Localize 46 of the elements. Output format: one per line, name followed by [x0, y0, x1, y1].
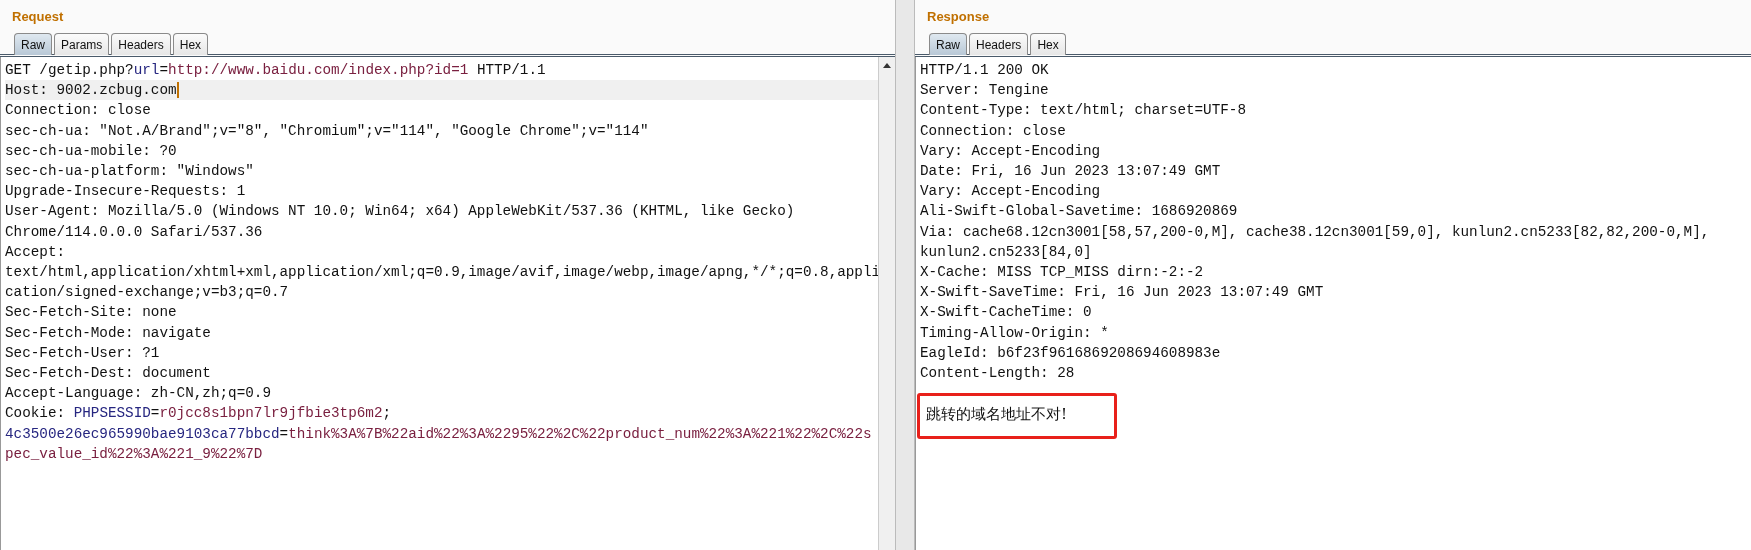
code-line: Accept:: [5, 242, 67, 262]
tab[interactable]: Hex: [172, 33, 209, 55]
code-line: EagleId: b6f23f9616869208694608983e: [920, 343, 1222, 363]
code-line: Content-Length: 28: [920, 364, 1076, 384]
response-body-text: 跳转的域名地址不对!: [917, 393, 1117, 440]
code-line: Sec-Fetch-User: ?1: [5, 343, 161, 363]
code-line: Timing-Allow-Origin: *: [920, 323, 1110, 343]
code-line: Chrome/114.0.0.0 Safari/537.36: [5, 222, 264, 242]
pane-title: Request: [11, 8, 65, 26]
pane-title: Response: [926, 8, 991, 26]
code-line: Sec-Fetch-Site: none: [5, 303, 178, 323]
code-line: Upgrade-Insecure-Requests: 1: [5, 182, 247, 202]
code-line: Vary: Accept-Encoding: [920, 141, 1102, 161]
tab[interactable]: Headers: [111, 33, 171, 55]
code-line: kunlun2.cn5233[84,0]: [920, 242, 1093, 262]
code-line: 4c3500e26ec965990bae9103ca77bbcd=think%3A%7B%22aid%22%3A%2295%22%2C%22product_num%22%3A%221%22%2C%22s: [5, 424, 873, 444]
tab[interactable]: Hex: [1030, 33, 1066, 55]
code-line: X-Swift-CacheTime: 0: [920, 303, 1093, 323]
tab[interactable]: Params: [54, 33, 110, 55]
code-line: sec-ch-ua-mobile: ?0: [5, 141, 178, 161]
code-line: sec-ch-ua-platform: "Windows": [5, 162, 255, 181]
code-line: X-Swift-SaveTime: Fri, 16 Jun 2023 13:07:49 GMT: [920, 283, 1325, 303]
code-line: Vary: Accept-Encoding: [920, 182, 1102, 202]
code-line: Ali-Swift-Global-Savetime: 1686920869: [920, 202, 1239, 222]
code-line: Cookie: PHPSESSID=r0jcc8s1bpn7lr9jfbie3tp6m2;: [5, 404, 393, 424]
code-line: Accept-Language: zh-CN,zh;q=0.9: [5, 384, 272, 404]
code-line: Server: Tengine: [920, 81, 1050, 101]
code-line: Connection: close: [5, 101, 152, 121]
tab[interactable]: Headers: [969, 33, 1029, 55]
code-line: User-Agent: Mozilla/5.0 (Windows NT 10.0; Win64; x64) AppleWebKit/537.36 (KHTML, like Gecko): [5, 202, 796, 222]
code-line: Via: cache68.12cn3001[58,57,200-0,M], cache38.12cn3001[59,0], kunlun2.cn5233[82,82,200-0,M],: [920, 222, 1711, 242]
code-line: Sec-Fetch-Mode: navigate: [5, 323, 212, 343]
tab[interactable]: Raw: [929, 33, 967, 55]
code-line: Sec-Fetch-Dest: document: [5, 364, 212, 384]
code-line: Connection: close: [920, 121, 1067, 141]
code-line: Content-Type: text/html; charset=UTF-8: [920, 101, 1248, 121]
code-line: GET /getip.php?url=http://www.baidu.com/index.php?id=1 HTTP/1.1: [5, 61, 547, 80]
code-line: pec_value_id%22%3A%221_9%22%7D: [5, 444, 264, 464]
tab[interactable]: Raw: [14, 33, 52, 55]
code-line: sec-ch-ua: "Not.A/Brand";v="8", "Chromium";v="114", "Google Chrome";v="114": [5, 121, 650, 141]
code-line: X-Cache: MISS TCP_MISS dirn:-2:-2: [920, 263, 1205, 283]
up-arrow-icon[interactable]: [882, 61, 892, 69]
code-line: cation/signed-exchange;v=b3;q=0.7: [5, 283, 290, 303]
code-line: HTTP/1.1 200 OK: [920, 61, 1050, 80]
code-line: Date: Fri, 16 Jun 2023 13:07:49 GMT: [920, 162, 1222, 181]
scrollbar[interactable]: [878, 57, 895, 550]
